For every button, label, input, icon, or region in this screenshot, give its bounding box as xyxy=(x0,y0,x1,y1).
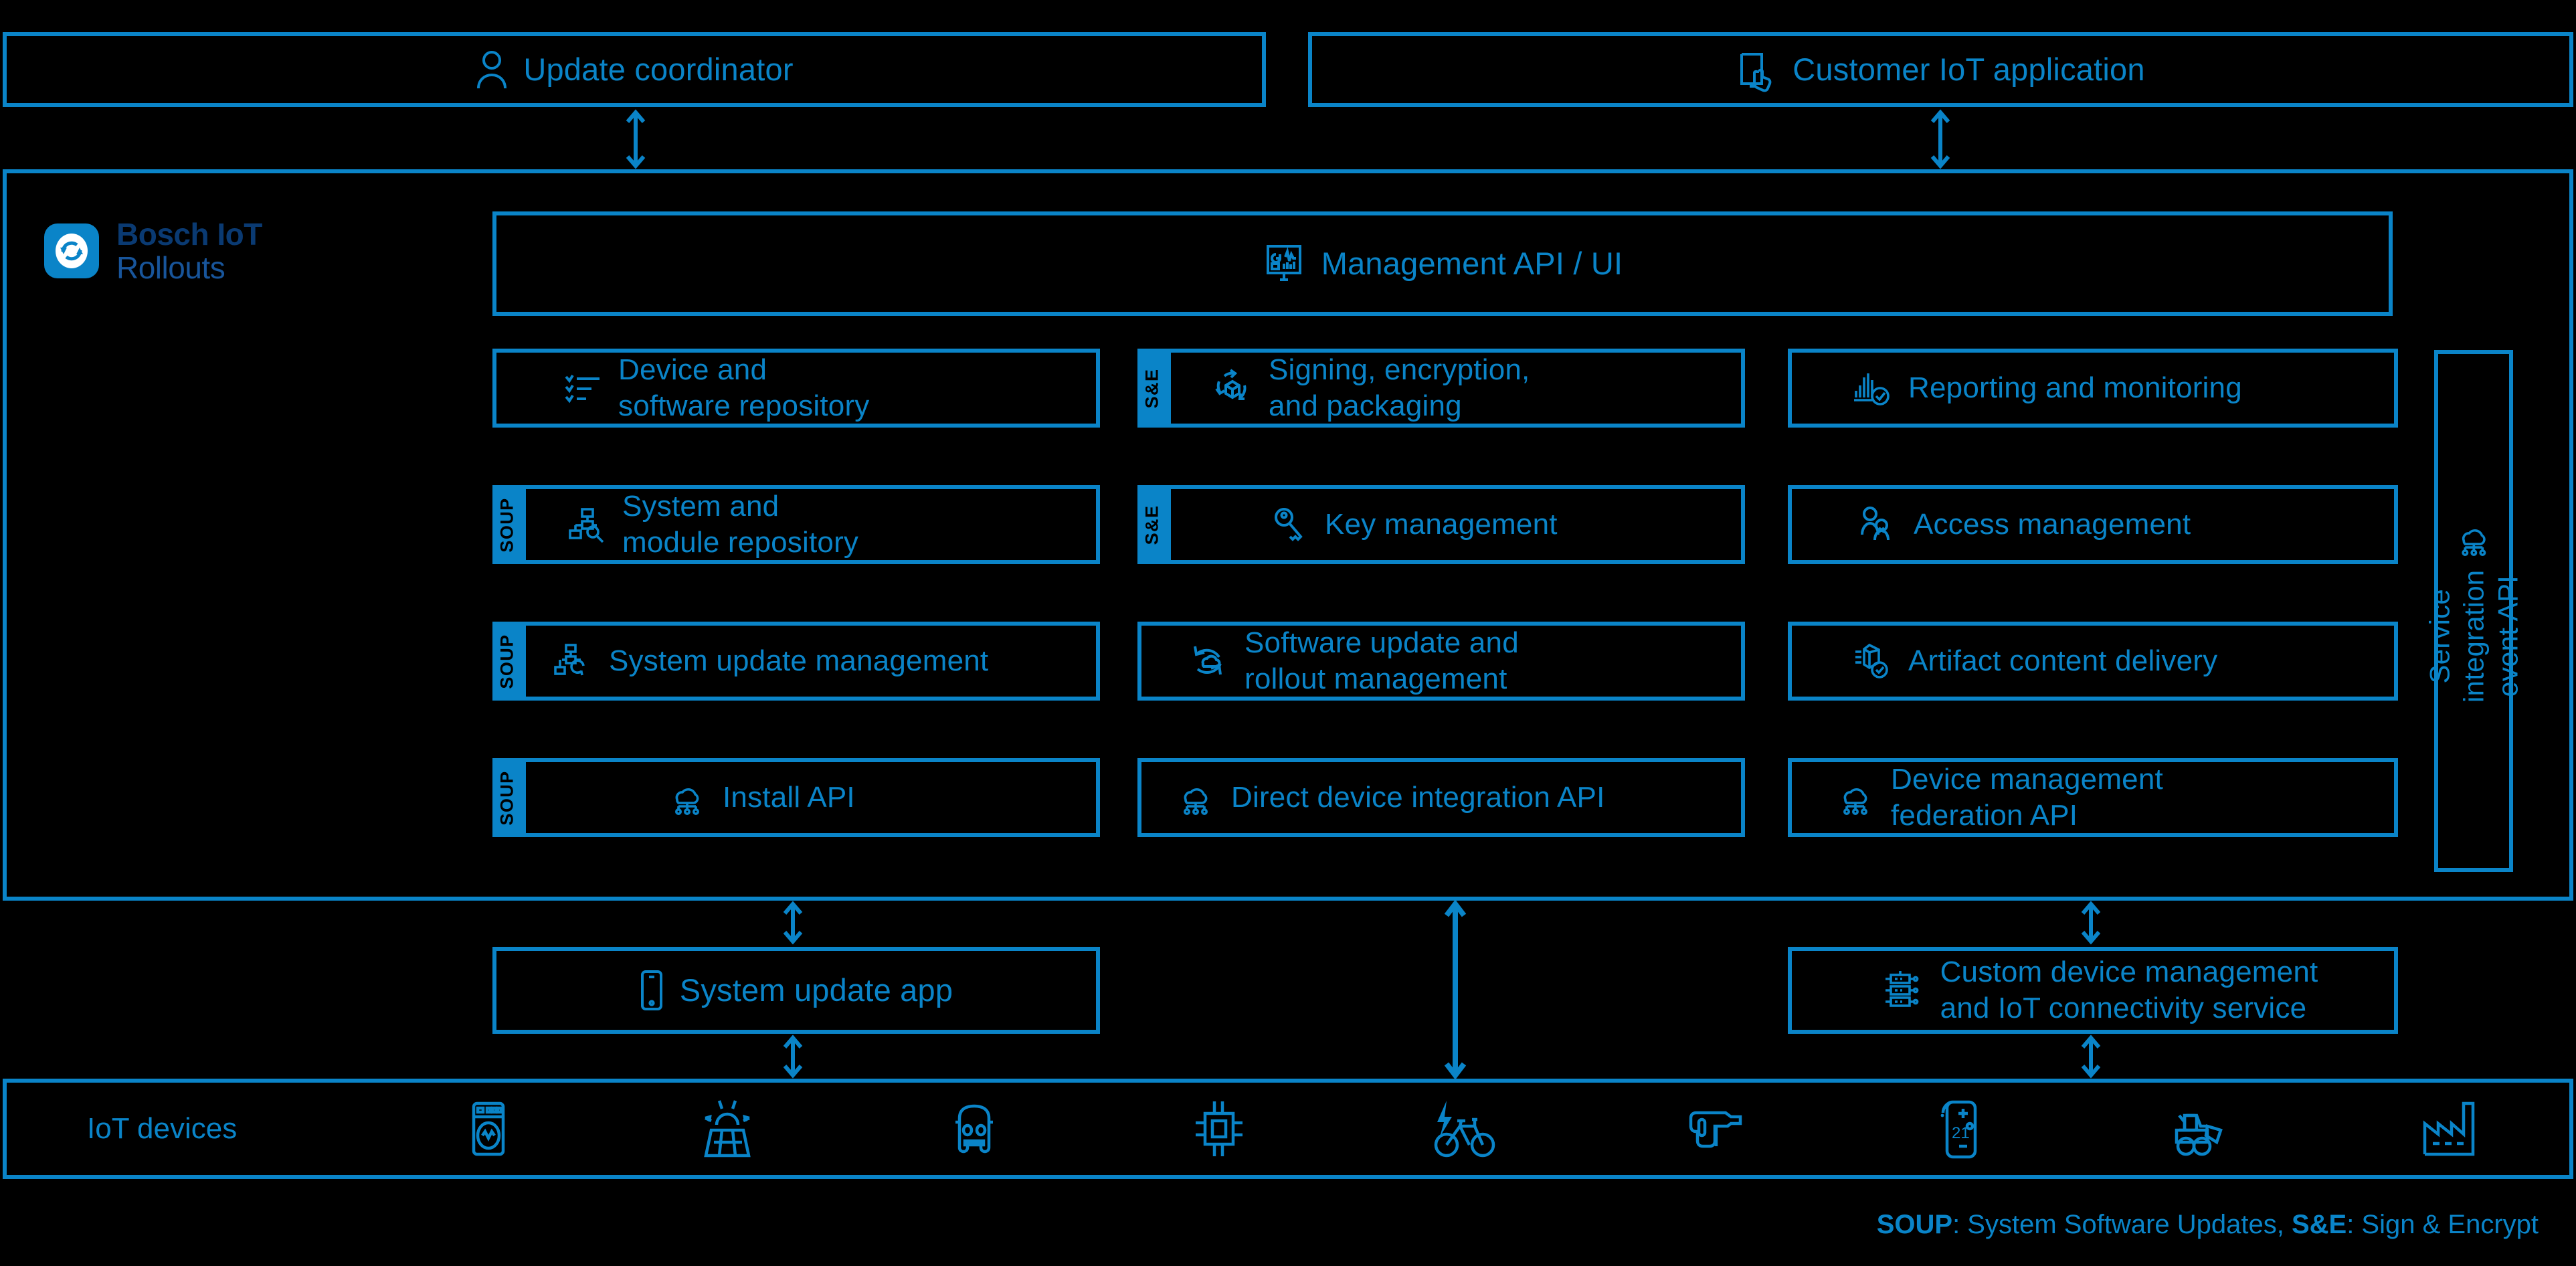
tablet-touch-icon xyxy=(1736,49,1778,92)
actor-label: Customer IoT application xyxy=(1792,52,2145,88)
actor-label: Update coordinator xyxy=(523,52,794,88)
tag-label: SOUP xyxy=(496,633,517,689)
card-signing-encryption-and-packaging[interactable]: Signing, encryption, and packaging xyxy=(1167,349,1745,428)
cloud-network-icon xyxy=(1176,778,1215,817)
cloud-network-icon xyxy=(1836,778,1875,817)
tag-se-signing: S&E xyxy=(1137,349,1167,428)
smartphone-icon xyxy=(640,970,664,1011)
tag-label: SOUP xyxy=(496,770,517,826)
legend: SOUP: System Software Updates, S&E: Sign… xyxy=(1877,1210,2539,1240)
side-panel-label: Service integration event API xyxy=(2423,569,2524,703)
box-system-update-app[interactable]: System update app xyxy=(492,947,1100,1034)
tag-soup-system-module: SOUP xyxy=(492,485,522,564)
legend-se-abbr: S&E xyxy=(2291,1210,2347,1239)
checklist-icon xyxy=(563,369,602,408)
dashboard-monitor-icon xyxy=(1263,242,1305,285)
card-software-update-and-rollout-management[interactable]: Software update and rollout management xyxy=(1137,622,1745,701)
card-install-api[interactable]: Install API xyxy=(522,758,1100,837)
module-search-icon xyxy=(567,505,606,544)
connector-customer-app-platform xyxy=(1927,107,1954,171)
card-device-and-software-repository[interactable]: Device and software repository xyxy=(492,349,1100,428)
package-cycle-icon xyxy=(1212,368,1253,408)
iot-devices-bar: IoT devices 21 xyxy=(3,1079,2573,1179)
card-system-update-management[interactable]: System update management xyxy=(522,622,1100,701)
cloud-network-icon xyxy=(668,778,707,817)
legend-se-text: : Sign & Encrypt xyxy=(2347,1210,2539,1239)
card-label: System and module repository xyxy=(622,490,859,559)
legend-soup-abbr: SOUP xyxy=(1876,1210,1953,1239)
factory-icon xyxy=(2418,1099,2482,1158)
card-direct-device-integration-api[interactable]: Direct device integration API xyxy=(1137,758,1745,837)
card-device-management-federation-api[interactable]: Device management federation API xyxy=(1788,758,2398,837)
architecture-diagram: Update coordinator Customer IoT applicat… xyxy=(0,0,2576,1266)
logo-line-1: Bosch IoT xyxy=(116,217,262,252)
bosch-iot-rollouts-logo: Bosch IoT Rollouts xyxy=(44,219,262,283)
card-label: Key management xyxy=(1325,508,1558,541)
users-access-icon xyxy=(1859,505,1898,544)
power-drill-icon xyxy=(1683,1099,1748,1158)
microchip-icon xyxy=(1190,1099,1248,1159)
card-label: Device and software repository xyxy=(618,353,870,422)
e-bike-icon xyxy=(1431,1098,1500,1160)
artifact-check-icon xyxy=(1852,641,1892,681)
cloud-network-icon xyxy=(2454,519,2493,558)
card-artifact-content-delivery[interactable]: Artifact content delivery xyxy=(1788,622,2398,701)
connector-custom-device-management-iot xyxy=(2078,1034,2104,1079)
card-label: Artifact content delivery xyxy=(1908,644,2218,678)
cloud-cycle-icon xyxy=(1188,641,1228,681)
tag-label: S&E xyxy=(1141,368,1162,408)
bar-chart-check-icon xyxy=(1852,368,1892,408)
thermostat-icon: 21 xyxy=(1931,1097,1985,1161)
actor-customer-iot-application: Customer IoT application xyxy=(1308,32,2573,107)
connector-coordinator-platform xyxy=(622,107,649,171)
washing-machine-icon xyxy=(462,1099,514,1158)
card-label: Device management federation API xyxy=(1891,763,2163,832)
tag-se-key-management: S&E xyxy=(1137,485,1167,564)
actor-update-coordinator: Update coordinator xyxy=(3,32,1266,107)
excavator-icon xyxy=(2167,1099,2235,1158)
card-label: Install API xyxy=(723,781,855,814)
card-system-and-module-repository[interactable]: System and module repository xyxy=(522,485,1100,564)
management-api-ui-label: Management API / UI xyxy=(1321,246,1623,282)
user-icon xyxy=(475,50,509,90)
solar-panel-icon xyxy=(697,1099,758,1158)
tag-soup-install-api: SOUP xyxy=(492,758,522,837)
tag-soup-system-update-management: SOUP xyxy=(492,622,522,701)
card-key-management[interactable]: Key management xyxy=(1167,485,1745,564)
key-icon xyxy=(1271,506,1309,543)
sync-refresh-icon xyxy=(44,223,99,278)
connector-platform-custom-device-management xyxy=(2078,900,2104,945)
servers-icon xyxy=(1881,968,1924,1012)
card-label: Reporting and monitoring xyxy=(1908,371,2242,405)
tag-label: S&E xyxy=(1141,505,1162,545)
card-label: Access management xyxy=(1914,508,2191,541)
card-access-management[interactable]: Access management xyxy=(1788,485,2398,564)
panel-service-integration-event-api[interactable]: Service integration event API xyxy=(2423,350,2524,872)
card-reporting-and-monitoring[interactable]: Reporting and monitoring xyxy=(1788,349,2398,428)
management-api-ui[interactable]: Management API / UI xyxy=(492,211,2393,316)
connector-platform-iot-devices xyxy=(1442,899,1469,1080)
box-label: System update app xyxy=(679,972,953,1008)
connector-system-update-app-iot xyxy=(779,1034,806,1079)
connector-platform-system-update-app xyxy=(779,900,806,945)
car-icon xyxy=(941,1099,1008,1158)
card-label: Direct device integration API xyxy=(1231,781,1605,814)
card-label: Signing, encryption, and packaging xyxy=(1269,353,1530,422)
iot-devices-title: IoT devices xyxy=(87,1112,238,1145)
hierarchy-refresh-icon xyxy=(554,642,593,681)
legend-soup-text: : System Software Updates, xyxy=(1952,1210,2292,1239)
box-label: Custom device management and IoT connect… xyxy=(1940,956,2318,1024)
box-custom-device-management-and-iot-connectivity-service[interactable]: Custom device management and IoT connect… xyxy=(1788,947,2398,1034)
card-label: System update management xyxy=(609,644,989,678)
card-label: Software update and rollout management xyxy=(1245,626,1519,695)
logo-line-2: Rollouts xyxy=(116,250,225,285)
tag-label: SOUP xyxy=(496,496,517,553)
